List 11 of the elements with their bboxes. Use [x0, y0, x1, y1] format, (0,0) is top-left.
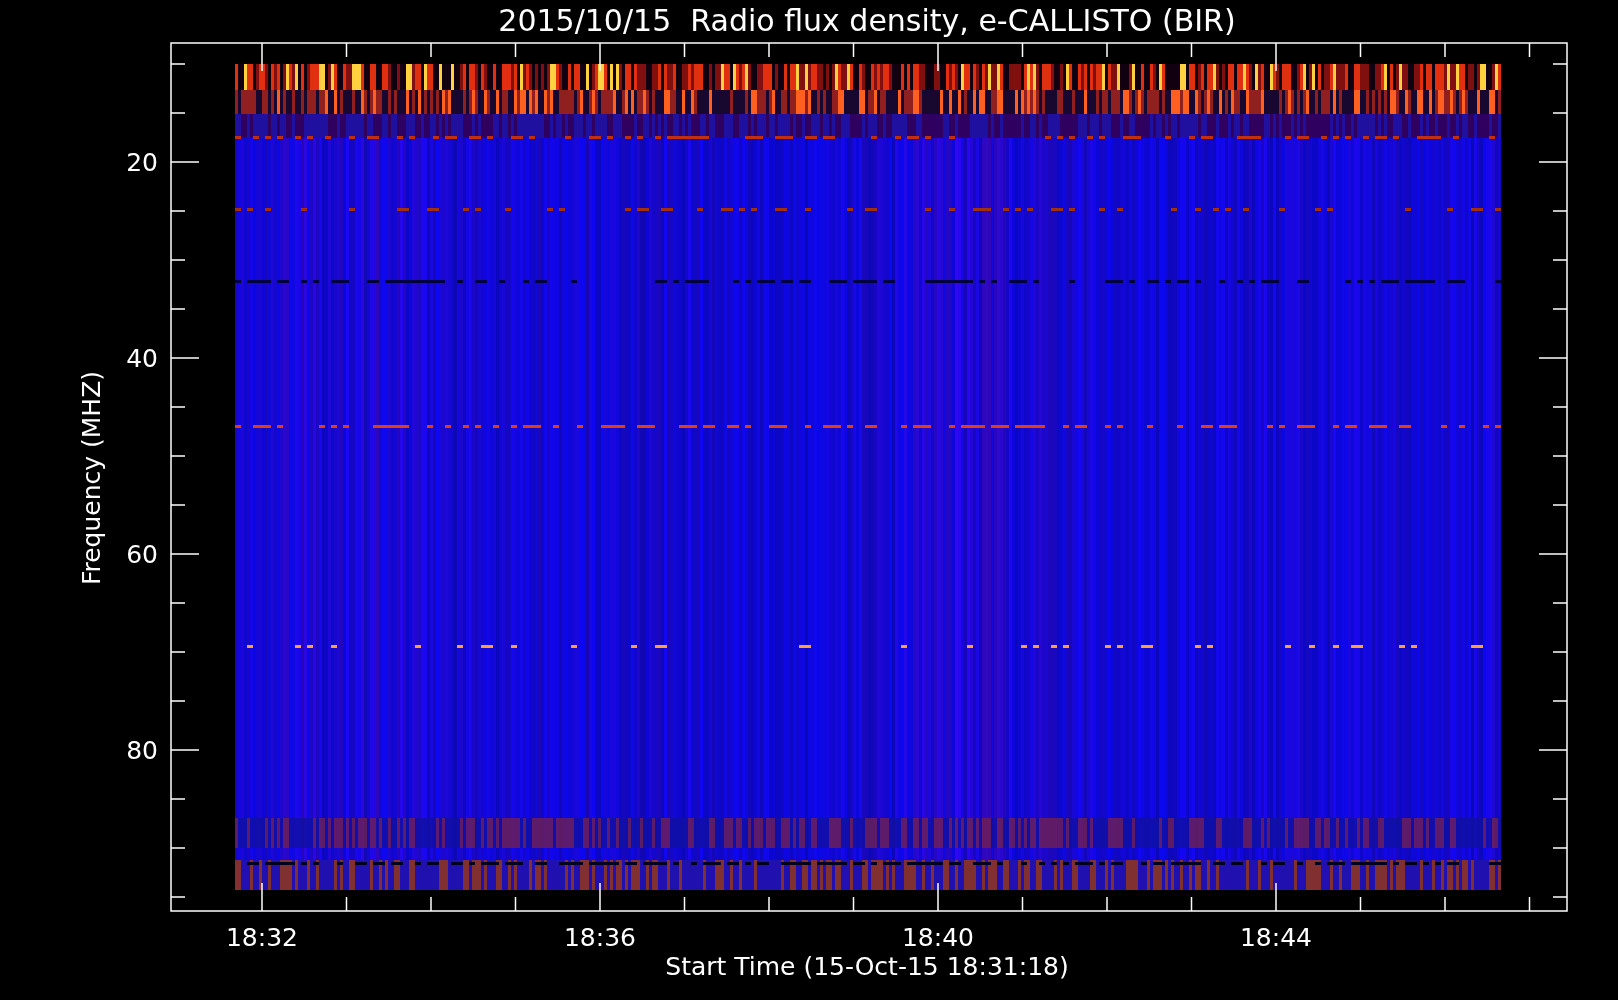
x-tick-label: 18:32 [226, 923, 298, 952]
y-tick-label: 80 [126, 736, 158, 765]
x-axis-title: Start Time (15-Oct-15 18:31:18) [665, 952, 1069, 981]
y-tick-label: 40 [126, 344, 158, 373]
x-tick-label: 18:36 [564, 923, 636, 952]
chart-title: 2015/10/15 Radio flux density, e-CALLISTO (BIR) [498, 3, 1236, 38]
y-tick-label: 60 [126, 540, 158, 569]
y-tick-label: 20 [126, 148, 158, 177]
x-tick-label: 18:44 [1240, 923, 1312, 952]
x-tick-label: 18:40 [902, 923, 974, 952]
y-axis-title: Frequency (MHZ) [77, 370, 106, 586]
